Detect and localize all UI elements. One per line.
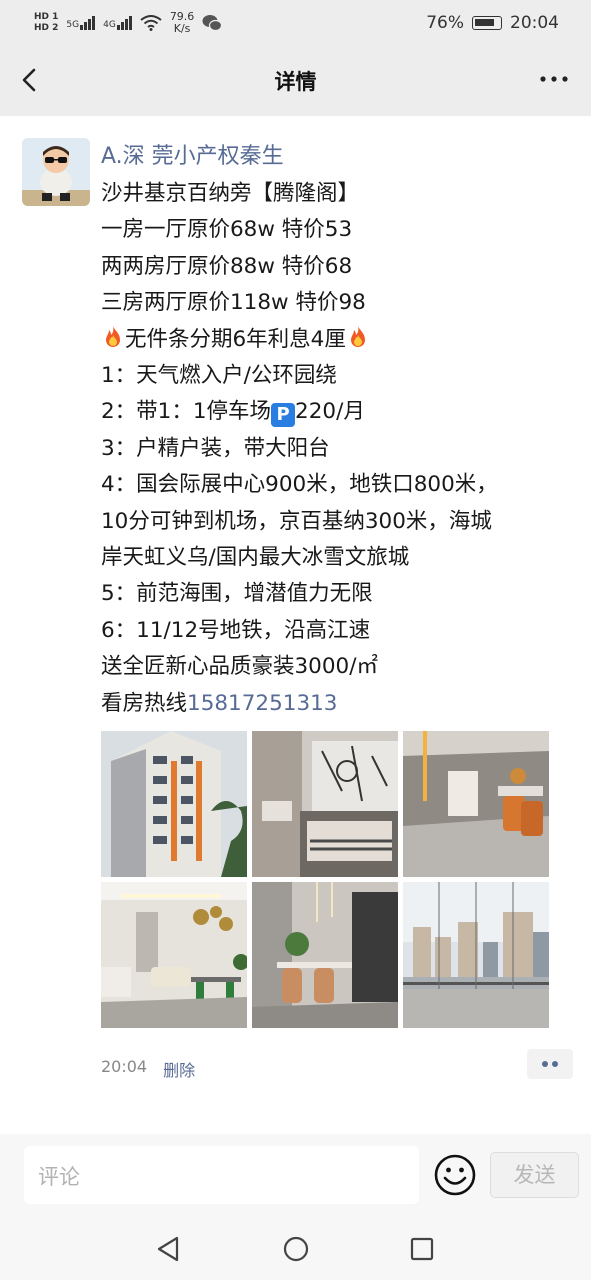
- photo-balcony-view[interactable]: [403, 882, 549, 1028]
- moment-post: A.深 莞小产权秦生 沙井基京百纳旁【腾隆阁】 一房一厅原价68w 特价53 两…: [0, 116, 591, 1134]
- wifi-icon: [140, 15, 162, 31]
- navigation-bar: 详情: [0, 46, 591, 116]
- status-bar: HD 1 HD 2 5G 4G 79.6 K/s 76% 20:04: [0, 0, 591, 46]
- speed-unit: K/s: [173, 22, 191, 35]
- author-name[interactable]: A.深 莞小产权秦生: [101, 138, 284, 170]
- clock: 20:04: [510, 13, 559, 33]
- post-text: 沙井基京百纳旁【腾隆阁】 一房一厅原价68w 特价53 两两房厅原价88w 特价…: [101, 176, 571, 722]
- send-button[interactable]: 发送: [490, 1152, 579, 1198]
- system-recents-icon[interactable]: [408, 1235, 436, 1263]
- post-line: 3：户精户装，带大阳台: [101, 435, 330, 461]
- hd2-label: HD 2: [34, 23, 59, 33]
- photo-building-exterior[interactable]: [101, 731, 247, 877]
- battery-percent: 76%: [426, 13, 464, 33]
- photo-bedroom[interactable]: [252, 731, 398, 877]
- post-line-text: 无件条分期6年利息4厘: [125, 326, 346, 352]
- post-time: 20:04: [101, 1057, 148, 1076]
- post-line-text: 220/月: [295, 399, 365, 425]
- comment-input[interactable]: 评论: [24, 1146, 419, 1204]
- delete-button[interactable]: 删除: [163, 1057, 195, 1081]
- parking-icon: P: [271, 403, 296, 428]
- post-meta: 20:04 删除: [101, 1057, 195, 1081]
- back-arrow-icon[interactable]: [16, 62, 46, 98]
- post-line: 三房两厅原价118w 特价98: [101, 290, 366, 316]
- system-back-icon[interactable]: [155, 1235, 183, 1263]
- photo-dining-area[interactable]: [252, 882, 398, 1028]
- post-line: 送全匠新心品质豪装3000/㎡: [101, 654, 378, 680]
- wechat-icon: [202, 15, 223, 32]
- image-grid: [101, 731, 549, 1028]
- fire-icon: [350, 325, 365, 347]
- avatar[interactable]: [22, 138, 90, 206]
- photo-living-room[interactable]: [101, 882, 247, 1028]
- post-line-fire: 无件条分期6年利息4厘: [101, 322, 571, 358]
- signal-4g-icon: 4G: [103, 16, 132, 30]
- hotline-label: 看房热线: [101, 690, 188, 716]
- post-line: 6：11/12号地铁，沿高江速: [101, 617, 371, 643]
- post-line: 岸天虹义乌/国内最大冰雪文旅城: [101, 545, 410, 571]
- phone-link[interactable]: 15817251313: [187, 691, 337, 716]
- system-home-icon[interactable]: [282, 1235, 310, 1263]
- post-line: 4：国会际展中心900米，地铁口800米，: [101, 472, 498, 498]
- post-line-text: 2：带1：1停车场: [101, 399, 272, 425]
- hd-indicator: HD 1 HD 2: [34, 12, 58, 34]
- signal-5g-icon: 5G: [66, 16, 96, 30]
- net2-label: 4G: [103, 20, 116, 30]
- post-line: 一房一厅原价68w 特价53: [101, 217, 353, 243]
- smile-icon[interactable]: [434, 1154, 476, 1196]
- post-line: 沙井基京百纳旁【腾隆阁】: [101, 181, 360, 206]
- post-line: 5：前范海围，增潜值力无限: [101, 581, 373, 607]
- post-line: 10分可钟到机场，京百基纳300米，海城: [101, 508, 492, 534]
- post-line-hotline: 看房热线15817251313: [101, 686, 571, 722]
- post-line-parking: 2：带1：1停车场 P 220/月: [101, 394, 571, 430]
- more-icon[interactable]: [539, 64, 569, 94]
- page-title: 详情: [274, 70, 317, 94]
- comment-bar: 评论 发送: [0, 1134, 591, 1220]
- fire-icon: [106, 325, 120, 347]
- system-navigation-bar: [0, 1220, 591, 1280]
- more-actions-button[interactable]: [527, 1049, 573, 1079]
- network-speed: 79.6 K/s: [170, 11, 195, 35]
- photo-living-hall[interactable]: [403, 731, 549, 877]
- post-line: 两两房厅原价88w 特价68: [101, 253, 353, 279]
- battery-icon: [472, 16, 502, 30]
- post-line: 1：天气燃入户/公环园绕: [101, 363, 337, 389]
- net1-label: 5G: [66, 20, 80, 30]
- hd1-label: HD 1: [34, 12, 59, 22]
